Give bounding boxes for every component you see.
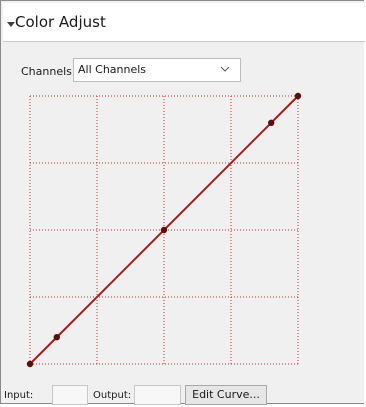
curve-control-point[interactable] <box>294 92 302 100</box>
curve-graph[interactable] <box>1 1 366 381</box>
curve-control-point[interactable] <box>53 334 60 341</box>
input-value-field[interactable] <box>52 385 88 405</box>
output-value-field[interactable] <box>134 385 181 405</box>
curve-control-point[interactable] <box>160 226 168 234</box>
edit-curve-button[interactable]: Edit Curve... <box>185 385 267 405</box>
footer-bar: Input: Output: Edit Curve... <box>1 381 366 407</box>
output-label: Output: <box>93 390 132 401</box>
curve-editor[interactable] <box>1 1 366 381</box>
color-adjust-panel: Color Adjust Channels: All Channels Inpu… <box>0 0 366 407</box>
curve-control-point[interactable] <box>268 119 275 127</box>
input-label: Input: <box>4 390 34 401</box>
curve-control-point[interactable] <box>26 360 34 368</box>
